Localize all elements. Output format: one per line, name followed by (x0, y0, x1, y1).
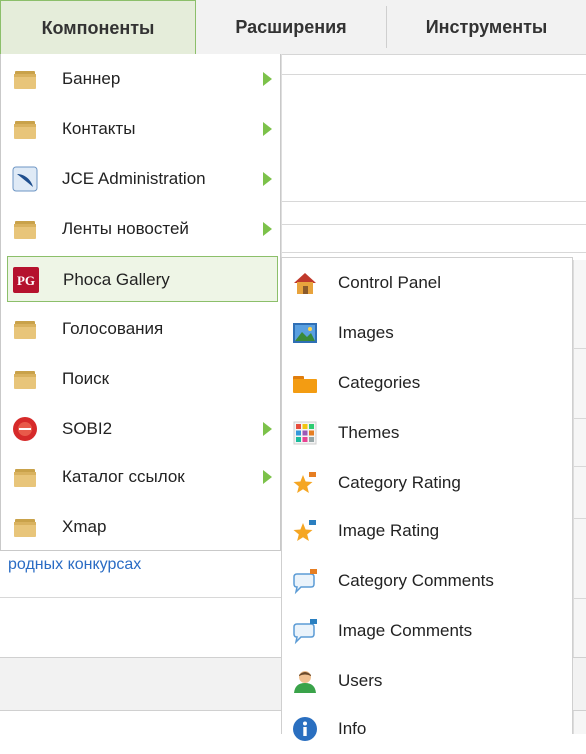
jce-feather-icon (12, 166, 38, 192)
menu-item-label: JCE Administration (62, 169, 206, 188)
folder-icon (14, 221, 36, 239)
submenu-item-users[interactable]: Users (282, 656, 572, 706)
submenu-arrow-icon (263, 172, 272, 186)
star-icon (293, 520, 316, 541)
submenu-item-label: Info (338, 719, 367, 738)
folder-icon (14, 371, 36, 389)
open-folder-icon (293, 376, 317, 393)
speech-bubble-icon (293, 619, 317, 645)
bg-divider (280, 252, 586, 253)
submenu-arrow-icon (263, 72, 272, 86)
submenu-item-label: Control Panel (338, 273, 442, 292)
menu-item-contacts[interactable]: Контакты (7, 106, 278, 152)
submenu-item-label: Image Rating (338, 521, 440, 540)
submenu-item-image-comments[interactable]: Image Comments (282, 606, 572, 656)
menu-item-label: Ленты новостей (62, 219, 189, 238)
folder-icon (14, 71, 36, 89)
svg-text:PG: PG (17, 273, 35, 288)
bg-divider (280, 74, 586, 75)
menu-item-phoca-gallery[interactable]: PG Phoca Gallery (7, 256, 278, 302)
menu-tab-components[interactable]: Компоненты (0, 0, 196, 55)
submenu-item-image-rating[interactable]: Image Rating (282, 506, 572, 556)
top-menubar: Компоненты Расширения Инструменты (0, 0, 586, 55)
menu-item-xmap[interactable]: Xmap (7, 504, 278, 550)
submenu-item-themes[interactable]: Themes (282, 408, 572, 458)
components-dropdown: Баннер Контакты JCE Administration Ленты… (0, 54, 281, 551)
submenu-item-control-panel[interactable]: Control Panel (282, 258, 572, 308)
submenu-item-images[interactable]: Images (282, 308, 572, 358)
bg-divider (280, 201, 586, 202)
submenu-item-category-comments[interactable]: Category Comments (282, 556, 572, 606)
submenu-item-label: Image Comments (338, 621, 473, 640)
bg-divider (0, 597, 281, 598)
palette-icon (293, 421, 317, 445)
house-icon (294, 273, 316, 294)
folder-icon (14, 121, 36, 139)
star-icon (293, 472, 316, 493)
menu-item-search[interactable]: Поиск (7, 356, 278, 402)
menu-item-jce-administration[interactable]: JCE Administration (7, 156, 278, 202)
menu-item-label: Xmap (62, 517, 107, 536)
submenu-arrow-icon (263, 222, 272, 236)
info-icon (293, 717, 317, 741)
menu-item-sobi2[interactable]: SOBI2 (7, 406, 278, 452)
submenu-item-label: Categories (338, 373, 421, 392)
pg-logo-icon: PG (13, 267, 39, 293)
submenu-arrow-icon (263, 422, 272, 436)
submenu-arrow-icon (263, 122, 272, 136)
submenu-item-info[interactable]: Info (282, 704, 572, 754)
submenu-item-label: Themes (338, 423, 400, 442)
menu-item-label: Phoca Gallery (63, 270, 170, 289)
folder-icon (14, 519, 36, 537)
user-icon (294, 671, 316, 693)
bg-link[interactable]: родных конкурсах (8, 556, 141, 574)
menu-item-label: Голосования (62, 319, 164, 338)
bg-divider (280, 224, 586, 225)
speech-bubble-icon (293, 569, 317, 595)
menu-item-banner[interactable]: Баннер (7, 56, 278, 102)
menu-item-newsfeeds[interactable]: Ленты новостей (7, 206, 278, 252)
submenu-item-label: Category Comments (338, 571, 494, 590)
phoca-gallery-submenu: Control Panel Images Categories Themes C… (281, 257, 573, 741)
menu-item-polls[interactable]: Голосования (7, 306, 278, 352)
menu-item-label: Каталог ссылок (62, 467, 185, 486)
menu-item-label: Поиск (62, 369, 110, 388)
menu-item-weblinks[interactable]: Каталог ссылок (7, 454, 278, 500)
menu-tab-tools[interactable]: Инструменты (387, 0, 586, 54)
folder-icon (14, 321, 36, 339)
picture-icon (293, 323, 317, 343)
submenu-item-label: Category Rating (338, 473, 461, 492)
menu-tab-extensions[interactable]: Расширения (196, 0, 386, 54)
submenu-arrow-icon (263, 470, 272, 484)
menu-item-label: SOBI2 (62, 419, 113, 438)
menu-item-label: Контакты (62, 119, 136, 138)
folder-icon (14, 469, 36, 487)
menu-item-label: Баннер (62, 69, 121, 88)
submenu-item-label: Images (338, 323, 394, 342)
submenu-item-label: Users (338, 671, 383, 690)
sobi-icon (13, 417, 37, 441)
submenu-item-category-rating[interactable]: Category Rating (282, 458, 572, 508)
submenu-item-categories[interactable]: Categories (282, 358, 572, 408)
